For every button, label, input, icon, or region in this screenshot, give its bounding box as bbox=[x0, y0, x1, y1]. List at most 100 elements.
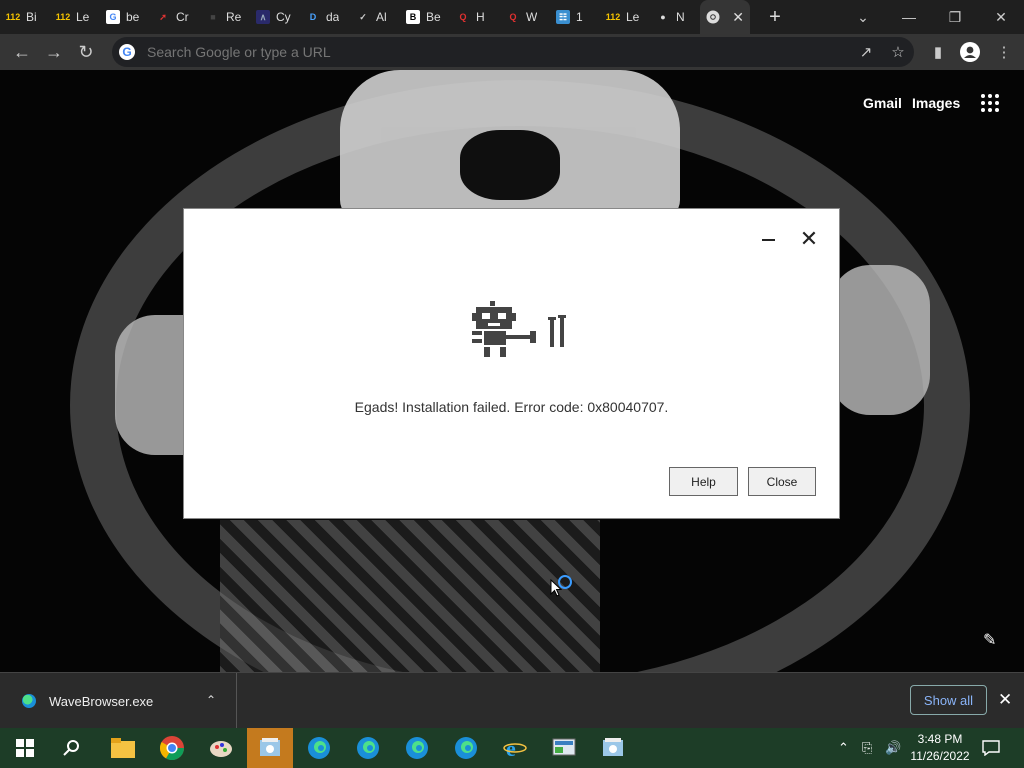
chrome-favicon-icon bbox=[706, 10, 720, 24]
tab-favicon-icon: ✓ bbox=[359, 11, 367, 22]
tab-title: be bbox=[126, 10, 140, 24]
control-panel-icon[interactable] bbox=[549, 733, 579, 763]
tab-favicon-icon: Q bbox=[509, 12, 517, 22]
profile-avatar-icon[interactable] bbox=[956, 34, 984, 70]
doodle-pattern bbox=[220, 520, 600, 672]
tab-favicon-icon: ■ bbox=[210, 12, 216, 22]
windows-start-icon[interactable] bbox=[10, 733, 40, 763]
tab-title: Le bbox=[626, 10, 640, 24]
close-window-button[interactable]: ✕ bbox=[978, 0, 1024, 34]
bookmark-star-icon[interactable]: ☆ bbox=[884, 34, 912, 70]
restore-window-button[interactable]: ❐ bbox=[932, 0, 978, 34]
tab-favicon-icon: D bbox=[309, 12, 317, 22]
images-link[interactable]: Images bbox=[912, 95, 960, 111]
download-bar: WaveBrowser.exe ⌃ Show all ✕ bbox=[0, 672, 1024, 729]
tab-0[interactable]: 112 Bi bbox=[0, 0, 50, 34]
doodle-cloud-right bbox=[830, 265, 930, 415]
minimize-window-button[interactable]: — bbox=[886, 0, 932, 34]
file-explorer-icon[interactable] bbox=[108, 733, 138, 763]
tab-active[interactable]: ✕ bbox=[700, 0, 750, 34]
tab-favicon-icon: G bbox=[106, 10, 120, 24]
error-message: Egads! Installation failed. Error code: … bbox=[354, 399, 669, 415]
tab-title: Be bbox=[426, 10, 441, 24]
svg-text:e: e bbox=[506, 736, 516, 760]
tab-2[interactable]: Gbe bbox=[100, 0, 150, 34]
installer-app-icon-active[interactable] bbox=[247, 728, 293, 768]
notifications-icon[interactable] bbox=[982, 728, 1000, 768]
tab-10[interactable]: QW bbox=[500, 0, 550, 34]
chrome-taskbar-icon[interactable] bbox=[157, 733, 187, 763]
volume-icon[interactable]: 🔊 bbox=[885, 728, 901, 768]
chevron-up-icon[interactable]: ⌃ bbox=[206, 693, 216, 707]
tab-title: Re bbox=[226, 10, 242, 24]
tray-overflow-chevron-icon[interactable]: ⌃ bbox=[838, 728, 849, 768]
gmail-link[interactable]: Gmail bbox=[863, 95, 902, 111]
tab-title: Cy bbox=[276, 10, 291, 24]
close-button[interactable]: Close bbox=[748, 467, 816, 496]
help-button[interactable]: Help bbox=[669, 467, 738, 496]
tab-list: 112 Bi 112 Le Gbe ➚ Cr ■ Re ∧ Cy Dda ✓ Al B Be Q H Q W ☷ 1 112… bbox=[0, 0, 700, 34]
back-button[interactable]: ← bbox=[6, 36, 38, 68]
tab-favicon-icon: 112 bbox=[5, 12, 21, 22]
side-panel-icon[interactable]: ▮ bbox=[924, 34, 952, 70]
google-icon: G bbox=[119, 44, 135, 60]
tab-7[interactable]: ✓ Al bbox=[350, 0, 400, 34]
mouse-cursor-icon bbox=[550, 579, 562, 597]
clock-time: 3:48 PM bbox=[917, 732, 963, 746]
tab-9[interactable]: QH bbox=[450, 0, 500, 34]
tab-3[interactable]: ➚ Cr bbox=[150, 0, 200, 34]
dialog-close-x-button[interactable]: ✕ bbox=[798, 226, 820, 251]
reload-button[interactable]: ↻ bbox=[70, 36, 102, 68]
tab-favicon-icon: ∧ bbox=[256, 10, 270, 24]
tab-4[interactable]: ■ Re bbox=[200, 0, 250, 34]
tab-favicon-icon: B bbox=[406, 10, 420, 24]
tab-favicon-icon: ● bbox=[660, 12, 666, 22]
tab-11[interactable]: ☷ 1 bbox=[550, 0, 600, 34]
dialog-minimize-button[interactable] bbox=[758, 233, 780, 247]
tab-1[interactable]: 112 Le bbox=[50, 0, 100, 34]
tab-5[interactable]: ∧ Cy bbox=[250, 0, 300, 34]
paint-app-icon[interactable] bbox=[206, 733, 236, 763]
omnibox-input[interactable] bbox=[145, 43, 749, 61]
tab-title: N bbox=[676, 10, 685, 24]
close-tab-icon[interactable]: ✕ bbox=[732, 9, 744, 26]
close-download-bar-icon[interactable]: ✕ bbox=[998, 690, 1012, 710]
tab-search-icon[interactable]: ⌄ bbox=[840, 0, 886, 34]
wavebrowser-file-icon bbox=[22, 694, 36, 708]
tab-title: Bi bbox=[26, 10, 37, 24]
doodle-face bbox=[460, 130, 560, 200]
download-item[interactable]: WaveBrowser.exe ⌃ bbox=[0, 673, 237, 729]
network-icon[interactable]: ⎘ bbox=[862, 728, 872, 768]
clock-date: 11/26/2022 bbox=[910, 749, 970, 763]
internet-explorer-icon[interactable]: e bbox=[500, 733, 530, 763]
customize-pencil-icon[interactable]: ✎ bbox=[983, 630, 996, 650]
tab-favicon-icon: Q bbox=[459, 12, 467, 22]
tab-13[interactable]: ● N bbox=[650, 0, 700, 34]
tab-8[interactable]: B Be bbox=[400, 0, 450, 34]
google-apps-icon[interactable] bbox=[981, 94, 999, 112]
edge-icon[interactable] bbox=[304, 733, 334, 763]
tab-12[interactable]: 112 Le bbox=[600, 0, 650, 34]
tab-title: W bbox=[526, 10, 538, 24]
installer-app-icon[interactable] bbox=[598, 733, 628, 763]
edge-beta-icon[interactable] bbox=[402, 733, 432, 763]
menu-kebab-icon[interactable]: ⋮ bbox=[990, 34, 1018, 70]
edge-canary-icon[interactable] bbox=[451, 733, 481, 763]
forward-button[interactable]: → bbox=[38, 36, 70, 68]
tab-title: da bbox=[326, 10, 340, 24]
background-doodle-ghost bbox=[340, 70, 680, 220]
new-tab-button[interactable]: + bbox=[760, 6, 790, 29]
edge-dev-icon[interactable] bbox=[353, 733, 383, 763]
search-icon[interactable] bbox=[57, 733, 87, 763]
download-file-name: WaveBrowser.exe bbox=[49, 693, 154, 709]
broken-robot-icon bbox=[472, 301, 566, 357]
windows-taskbar: e ⌃ ⎘ 🔊 3:48 PM 11/26/2022 bbox=[0, 728, 1024, 768]
omnibox[interactable]: G bbox=[112, 37, 914, 67]
tab-favicon-icon: ➚ bbox=[159, 11, 167, 22]
tab-title: Al bbox=[376, 10, 387, 24]
show-all-button[interactable]: Show all bbox=[910, 685, 987, 715]
share-icon[interactable]: ↗ bbox=[852, 34, 880, 70]
system-clock[interactable]: 3:48 PM 11/26/2022 bbox=[908, 731, 972, 765]
tab-favicon-icon: 112 bbox=[55, 12, 71, 22]
tab-6[interactable]: Dda bbox=[300, 0, 350, 34]
